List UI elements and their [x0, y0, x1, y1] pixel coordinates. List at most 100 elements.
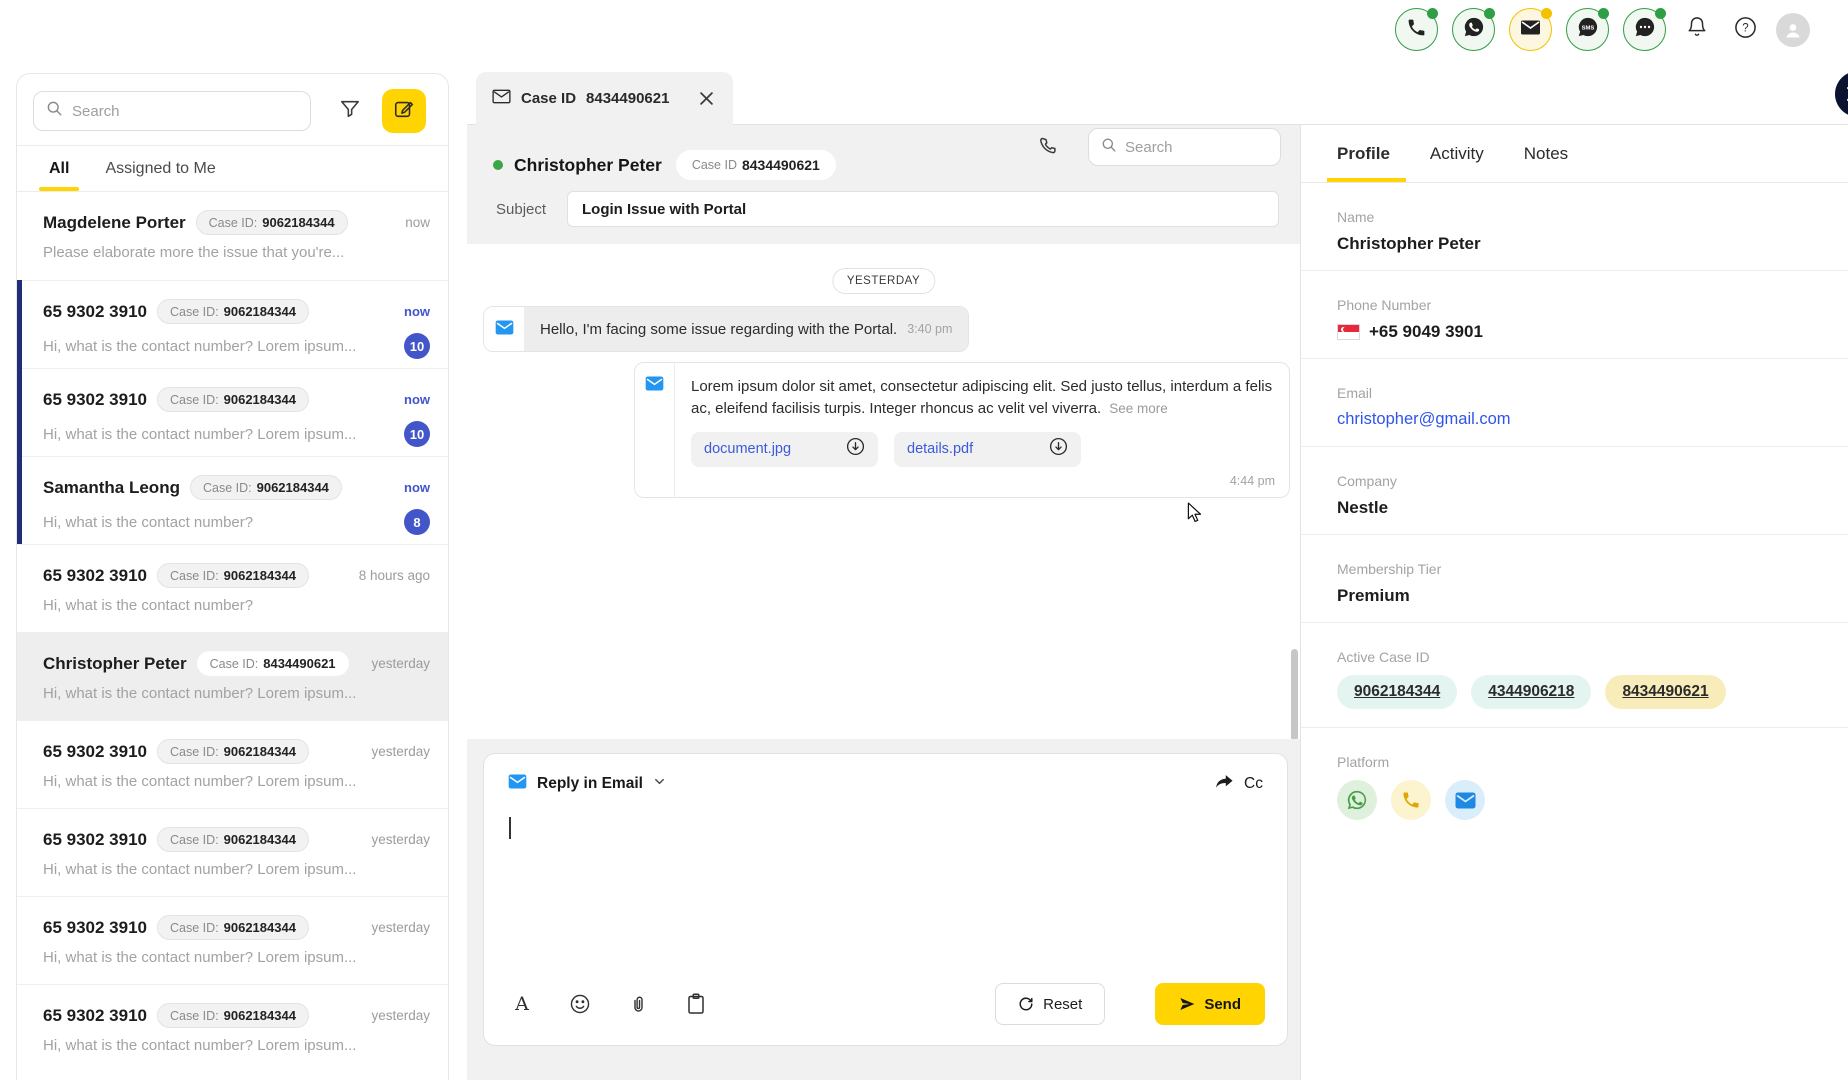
status-dot: [1655, 8, 1666, 19]
date-separator: YESTERDAY: [832, 268, 935, 294]
list-item[interactable]: 65 9302 3910 Case ID:9062184344 now Hi, …: [17, 280, 448, 368]
reply-mode-selector[interactable]: Reply in Email: [537, 775, 643, 793]
svg-text:SMS: SMS: [1581, 25, 1594, 31]
profile-field-value: Nestle: [1337, 498, 1848, 518]
conversation-preview: Hi, what is the contact number?: [43, 597, 253, 614]
emoji-button[interactable]: [568, 992, 592, 1016]
whatsapp-channel-button[interactable]: [1452, 8, 1495, 51]
help-button[interactable]: ?: [1728, 13, 1762, 47]
list-item[interactable]: 65 9302 3910 Case ID:9062184344 now Hi, …: [17, 368, 448, 456]
see-more-link[interactable]: See more: [1109, 401, 1168, 416]
voice-channel-button[interactable]: [1395, 8, 1438, 51]
whatsapp-platform-button[interactable]: [1337, 780, 1377, 820]
chat-bubble-icon: [1634, 16, 1656, 43]
case-id-badge: Case ID:8434490621: [197, 651, 349, 676]
list-item[interactable]: 65 9302 3910 Case ID:9062184344 yesterda…: [17, 896, 448, 984]
templates-button[interactable]: [684, 992, 708, 1016]
livechat-channel-button[interactable]: [1623, 8, 1666, 51]
subject-input[interactable]: [567, 191, 1279, 227]
svg-text:?: ?: [1742, 22, 1748, 34]
compose-icon: [393, 98, 415, 125]
conversation-name: Christopher Peter: [43, 654, 187, 674]
case-tab[interactable]: Case ID 8434490621: [476, 72, 733, 125]
scrollbar-thumb[interactable]: [1291, 649, 1298, 739]
conversation-preview: Hi, what is the contact number? Lorem ip…: [43, 338, 356, 355]
singapore-flag-icon: [1337, 324, 1360, 340]
case-id-badge: Case ID:9062184344: [157, 1003, 309, 1028]
sms-channel-button[interactable]: SMS: [1566, 8, 1609, 51]
message-time: 3:40 pm: [907, 322, 952, 336]
envelope-icon: [1520, 19, 1541, 41]
case-id-badge: Case ID:9062184344: [157, 563, 309, 588]
profile-fields: Name Christopher Peter Phone Number +65 …: [1301, 183, 1848, 623]
tab-activity[interactable]: Activity: [1430, 125, 1484, 182]
tab-notes[interactable]: Notes: [1524, 125, 1568, 182]
sidebar-search-input[interactable]: [72, 103, 298, 120]
download-icon[interactable]: [1049, 437, 1068, 461]
call-contact-button[interactable]: [1037, 135, 1063, 161]
email-link[interactable]: christopher@gmail.com: [1337, 410, 1848, 429]
case-id-badge: Case ID:9062184344: [157, 299, 309, 324]
chevron-right-icon: [1843, 86, 1848, 102]
profile-field-value: +65 9049 3901: [1337, 322, 1848, 342]
active-case-pill[interactable]: 4344906218: [1471, 675, 1591, 709]
user-avatar[interactable]: [1776, 13, 1810, 47]
active-case-pill[interactable]: 8434490621: [1605, 675, 1725, 709]
reset-button[interactable]: Reset: [995, 983, 1105, 1025]
status-dot: [1598, 8, 1609, 19]
conversation-name: 65 9302 3910: [43, 302, 147, 322]
email-channel-icon: [508, 774, 527, 794]
email-channel-icon: [484, 307, 524, 351]
conversation-time: 8 hours ago: [359, 568, 430, 583]
envelope-icon: [492, 89, 511, 109]
whatsapp-icon: [1346, 789, 1368, 811]
cc-toggle[interactable]: Cc: [1214, 772, 1263, 795]
conversation-name: Magdelene Porter: [43, 213, 186, 233]
reply-compose-area[interactable]: [484, 805, 1287, 983]
conversation-name: 65 9302 3910: [43, 830, 147, 850]
voice-platform-button[interactable]: [1391, 780, 1431, 820]
attach-file-button[interactable]: [626, 992, 650, 1016]
platform-section: Platform: [1301, 728, 1848, 828]
list-item[interactable]: 65 9302 3910 Case ID:9062184344 yesterda…: [17, 984, 448, 1072]
case-tab-label: Case ID: [521, 90, 576, 107]
conversation-panel: Christopher Peter Case ID 8434490621 Sub…: [467, 125, 1300, 1080]
status-dot: [1541, 8, 1552, 19]
email-channel-button[interactable]: [1509, 8, 1552, 51]
compose-button[interactable]: [382, 89, 426, 133]
list-item[interactable]: 65 9302 3910 Case ID:9062184344 yesterda…: [17, 720, 448, 808]
conversation-time: now: [404, 392, 430, 407]
list-item[interactable]: Christopher Peter Case ID:8434490621 yes…: [17, 632, 448, 720]
smiley-icon: [569, 993, 591, 1015]
conversation-name: 65 9302 3910: [43, 566, 147, 586]
list-item[interactable]: 65 9302 3910 Case ID:9062184344 8 hours …: [17, 544, 448, 632]
tab-all[interactable]: All: [49, 146, 69, 191]
tab-assigned-to-me[interactable]: Assigned to Me: [105, 146, 215, 191]
list-item[interactable]: 65 9302 3910 Case ID:9062184344 yesterda…: [17, 808, 448, 896]
text-format-button[interactable]: A: [510, 992, 534, 1016]
app-window: SMS ?: [0, 0, 1848, 1080]
email-platform-button[interactable]: [1445, 780, 1485, 820]
case-id-badge: Case ID:9062184344: [196, 210, 348, 235]
chevron-down-icon[interactable]: [653, 775, 666, 793]
close-tab-icon[interactable]: [695, 88, 717, 110]
list-item[interactable]: Magdelene Porter Case ID:9062184344 now …: [17, 192, 448, 280]
message-search: [1088, 128, 1281, 166]
message-search-input[interactable]: [1125, 139, 1268, 156]
top-bar: SMS ?: [0, 0, 1848, 60]
list-item[interactable]: Samantha Leong Case ID:9062184344 now Hi…: [17, 456, 448, 544]
send-button[interactable]: Send: [1155, 983, 1265, 1025]
case-id-badge: Case ID:9062184344: [157, 387, 309, 412]
download-icon[interactable]: [846, 437, 865, 461]
filter-button[interactable]: [335, 97, 365, 125]
attachment-document-jpg[interactable]: document.jpg: [691, 432, 878, 467]
unread-badge: 8: [404, 509, 430, 535]
conversation-preview: Hi, what is the contact number? Lorem ip…: [43, 685, 356, 702]
attachment-details-pdf[interactable]: details.pdf: [894, 432, 1081, 467]
active-case-pill[interactable]: 9062184344: [1337, 675, 1457, 709]
status-dot: [1484, 8, 1495, 19]
tab-profile[interactable]: Profile: [1337, 125, 1390, 182]
collapse-panel-button[interactable]: [1835, 71, 1848, 117]
conversation-preview: Hi, what is the contact number? Lorem ip…: [43, 949, 356, 966]
notifications-button[interactable]: [1680, 13, 1714, 47]
